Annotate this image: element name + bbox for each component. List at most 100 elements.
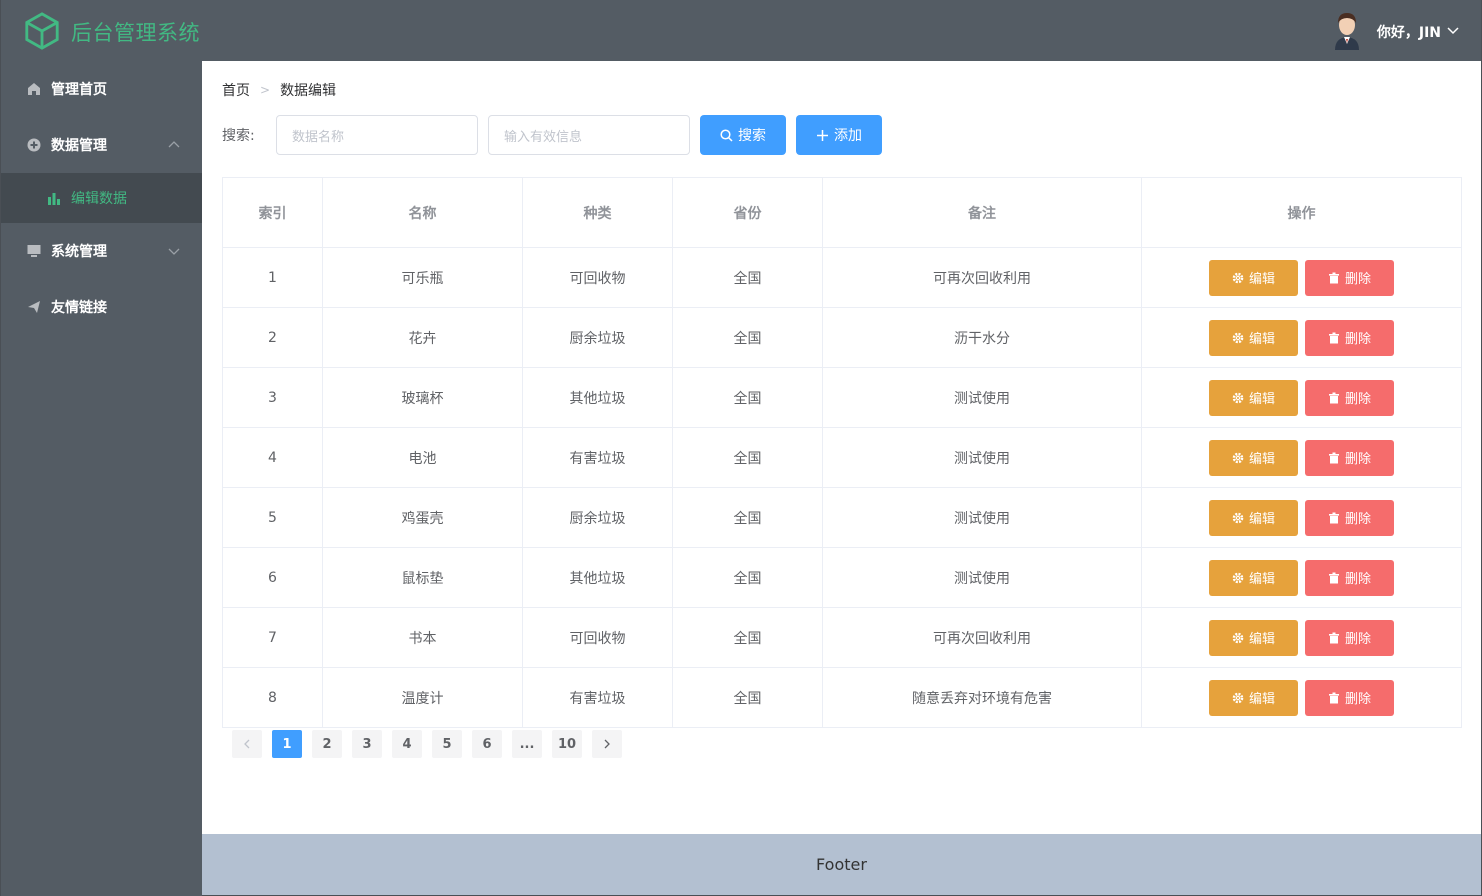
delete-button-label: 删除 (1344, 572, 1371, 587)
sidebar-item-label: 友情链接 (51, 300, 107, 316)
cell-province: 全国 (672, 367, 823, 428)
page-button[interactable]: 1 (272, 730, 302, 758)
table-row: 5 鸡蛋壳 厨余垃圾 全国 测试使用 编辑 删除 (222, 487, 1462, 548)
edit-button[interactable]: 编辑 (1209, 439, 1298, 476)
edit-button[interactable]: 编辑 (1209, 379, 1298, 416)
trash-icon (1328, 392, 1339, 403)
delete-button[interactable]: 删除 (1305, 559, 1394, 596)
plus-icon (817, 129, 828, 141)
next-page-button[interactable] (592, 730, 622, 758)
edit-button-label: 编辑 (1248, 452, 1275, 467)
edit-button-label: 编辑 (1248, 392, 1275, 407)
prev-page-button[interactable] (232, 730, 262, 758)
cell-name: 电池 (322, 427, 523, 488)
delete-button[interactable]: 删除 (1305, 619, 1394, 656)
table-body: 1 可乐瓶 可回收物 全国 可再次回收利用 编辑 删除 2 花卉 厨余垃圾 全国 沥干水分 编辑 删除 3 玻… (222, 247, 1462, 728)
sidebar-item-system[interactable]: 系统管理 (1, 223, 202, 279)
sidebar: 管理首页 数据管理 编辑数据 系统管理 友情链接 (1, 61, 202, 896)
info-search-input[interactable]: 输入有效信息 (488, 115, 690, 155)
table-row: 3 玻璃杯 其他垃圾 全国 测试使用 编辑 删除 (222, 367, 1462, 428)
page-button[interactable]: 10 (552, 730, 582, 758)
breadcrumb: 首页 > 数据编辑 (222, 80, 336, 100)
search-bar: 搜索: 数据名称 输入有效信息 搜索 添加 (222, 115, 892, 155)
cell-note: 沥干水分 (822, 307, 1142, 368)
cell-actions: 编辑 删除 (1141, 487, 1462, 548)
delete-button[interactable]: 删除 (1305, 259, 1394, 296)
column-header: 备注 (822, 177, 1142, 248)
sidebar-item-links[interactable]: 友情链接 (1, 279, 202, 335)
delete-button-label: 删除 (1344, 392, 1371, 407)
delete-button[interactable]: 删除 (1305, 319, 1394, 356)
cell-province: 全国 (672, 547, 823, 608)
edit-button[interactable]: 编辑 (1209, 619, 1298, 656)
delete-button[interactable]: 删除 (1305, 679, 1394, 716)
cell-kind: 可回收物 (522, 247, 673, 308)
gear-icon (1232, 332, 1244, 343)
sidebar-item-label: 管理首页 (51, 82, 107, 98)
table-row: 1 可乐瓶 可回收物 全国 可再次回收利用 编辑 删除 (222, 247, 1462, 308)
avatar[interactable] (1331, 10, 1363, 50)
edit-button-label: 编辑 (1248, 692, 1275, 707)
cell-kind: 有害垃圾 (522, 427, 673, 488)
pagination-more-button[interactable]: ... (512, 730, 542, 758)
chevron-down-icon[interactable] (1447, 24, 1459, 36)
page-button[interactable]: 6 (472, 730, 502, 758)
search-button-label: 搜索 (738, 128, 766, 144)
page-button[interactable]: 3 (352, 730, 382, 758)
chevron-left-icon (244, 739, 250, 749)
edit-button-label: 编辑 (1248, 512, 1275, 527)
cell-note: 测试使用 (822, 367, 1142, 428)
delete-button[interactable]: 删除 (1305, 379, 1394, 416)
chevron-right-icon (604, 739, 610, 749)
cell-index: 3 (222, 367, 323, 428)
edit-button[interactable]: 编辑 (1209, 319, 1298, 356)
footer: Footer (202, 834, 1481, 895)
gear-icon (1232, 512, 1244, 523)
sidebar-item-data-manage[interactable]: 数据管理 (1, 117, 202, 173)
gear-icon (1232, 392, 1244, 403)
name-search-input[interactable]: 数据名称 (276, 115, 478, 155)
sidebar-item-home[interactable]: 管理首页 (1, 61, 202, 117)
cell-index: 2 (222, 307, 323, 368)
delete-button-label: 删除 (1344, 272, 1371, 287)
cell-name: 温度计 (322, 667, 523, 728)
sidebar-item-edit-data[interactable]: 编辑数据 (1, 173, 202, 223)
cell-actions: 编辑 删除 (1141, 367, 1462, 428)
table-row: 4 电池 有害垃圾 全国 测试使用 编辑 删除 (222, 427, 1462, 488)
search-button[interactable]: 搜索 (700, 115, 786, 155)
column-header: 操作 (1141, 177, 1462, 248)
cell-note: 测试使用 (822, 427, 1142, 488)
cell-kind: 可回收物 (522, 607, 673, 668)
trash-icon (1328, 272, 1339, 283)
app-title: 后台管理系统 (71, 21, 200, 45)
breadcrumb-home[interactable]: 首页 (222, 80, 250, 100)
gear-icon (1232, 692, 1244, 703)
gear-icon (1232, 452, 1244, 463)
sidebar-item-label: 编辑数据 (71, 191, 127, 207)
add-button-label: 添加 (834, 128, 862, 144)
edit-button-label: 编辑 (1248, 272, 1275, 287)
delete-button[interactable]: 删除 (1305, 439, 1394, 476)
delete-button[interactable]: 删除 (1305, 499, 1394, 536)
cell-name: 鸡蛋壳 (322, 487, 523, 548)
cell-province: 全国 (672, 247, 823, 308)
edit-button[interactable]: 编辑 (1209, 679, 1298, 716)
table-row: 2 花卉 厨余垃圾 全国 沥干水分 编辑 删除 (222, 307, 1462, 368)
cell-province: 全国 (672, 667, 823, 728)
cell-note: 测试使用 (822, 547, 1142, 608)
user-greeting[interactable]: 你好，JIN (1377, 22, 1441, 42)
delete-button-label: 删除 (1344, 452, 1371, 467)
edit-button[interactable]: 编辑 (1209, 259, 1298, 296)
trash-icon (1328, 332, 1339, 343)
page-button[interactable]: 4 (392, 730, 422, 758)
logo-icon (25, 12, 59, 50)
page-button[interactable]: 2 (312, 730, 342, 758)
breadcrumb-current: 数据编辑 (280, 83, 337, 99)
edit-button-label: 编辑 (1248, 632, 1275, 647)
cell-province: 全国 (672, 307, 823, 368)
add-button[interactable]: 添加 (796, 115, 882, 155)
edit-button[interactable]: 编辑 (1209, 499, 1298, 536)
edit-button[interactable]: 编辑 (1209, 559, 1298, 596)
page-button[interactable]: 5 (432, 730, 462, 758)
cell-note: 可再次回收利用 (822, 607, 1142, 668)
